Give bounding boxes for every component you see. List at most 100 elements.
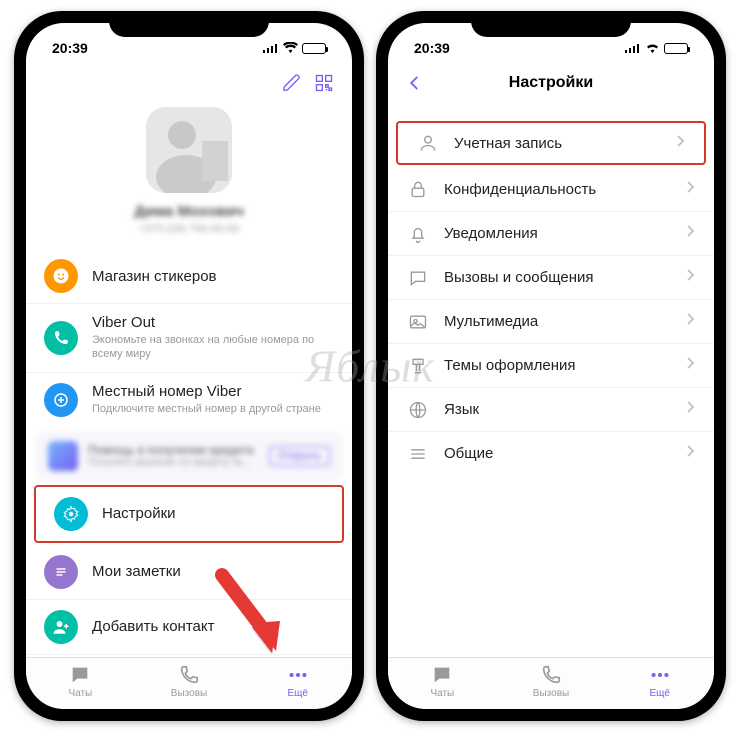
edit-icon[interactable] [282, 73, 302, 93]
row-sub: Подключите местный номер в другой стране [92, 402, 334, 416]
tab-label: Вызовы [533, 688, 569, 699]
promo-icon [48, 441, 78, 471]
tab-label: Ещё [649, 688, 669, 699]
row-label: Мультимедиа [444, 313, 672, 330]
row-label: Язык [444, 401, 672, 418]
avatar[interactable] [146, 107, 232, 193]
row-language[interactable]: Язык [388, 387, 714, 431]
more-list-2: Мои заметки Добавить контакт Пригласить … [26, 545, 352, 657]
tab-bar: Чаты Вызовы Ещё [388, 657, 714, 709]
back-button[interactable] [406, 74, 424, 92]
row-label: Настройки [102, 505, 324, 522]
promo-sub: Получите решение по кредиту за... [88, 457, 259, 468]
tab-more[interactable]: Ещё [605, 664, 714, 699]
phone-out-icon [44, 321, 78, 355]
menu-icon [406, 442, 430, 466]
battery-icon [664, 43, 688, 54]
chat-icon [406, 266, 430, 290]
row-sub: Экономьте на звонках на любые номера по … [92, 333, 334, 362]
notch [109, 11, 269, 37]
row-notifications[interactable]: Уведомления [388, 211, 714, 255]
tab-label: Ещё [287, 688, 307, 699]
row-my-notes[interactable]: Мои заметки [26, 545, 352, 599]
settings-list: Конфиденциальность Уведомления Вызовы и … [388, 167, 714, 475]
media-icon [406, 310, 430, 334]
tab-label: Чаты [430, 688, 454, 699]
row-label: Общие [444, 445, 672, 462]
row-local-number[interactable]: Местный номер Viber Подключите местный н… [26, 372, 352, 427]
tab-chats[interactable]: Чаты [388, 664, 497, 699]
row-calls-messages[interactable]: Вызовы и сообщения [388, 255, 714, 299]
phone-left: 20:39 Дима Мoxoвич +375 (29) 700-00-00 [14, 11, 364, 721]
wifi-icon [283, 40, 298, 56]
row-account[interactable]: Учетная запись [396, 121, 706, 165]
promo-cta[interactable]: Открыть [269, 446, 330, 466]
row-label: Вызовы и сообщения [444, 269, 672, 286]
phone-right: 20:39 Настройки Учетная запись [376, 11, 726, 721]
row-label: Конфиденциальность [444, 181, 672, 198]
promo-title: Помощь в получении кредита [88, 443, 259, 457]
chevron-right-icon [686, 180, 696, 199]
row-multimedia[interactable]: Мультимедиа [388, 299, 714, 343]
row-privacy[interactable]: Конфиденциальность [388, 167, 714, 211]
more-list: Магазин стикеров Viber Out Экономьте на … [26, 249, 352, 427]
chevron-right-icon [686, 268, 696, 287]
globe-icon [406, 398, 430, 422]
tab-label: Вызовы [171, 688, 207, 699]
bell-icon [406, 222, 430, 246]
screen-right: 20:39 Настройки Учетная запись [388, 23, 714, 709]
chevron-right-icon [686, 356, 696, 375]
row-label: Магазин стикеров [92, 268, 334, 285]
status-icons [263, 40, 326, 56]
tab-bar: Чаты Вызовы Ещё [26, 657, 352, 709]
chevron-right-icon [686, 224, 696, 243]
row-label: Добавить контакт [92, 618, 334, 635]
status-time: 20:39 [52, 40, 88, 56]
theme-icon [406, 354, 430, 378]
row-label: Viber Out [92, 314, 334, 331]
row-label: Мои заметки [92, 563, 334, 580]
row-add-contact[interactable]: Добавить контакт [26, 599, 352, 654]
row-themes[interactable]: Темы оформления [388, 343, 714, 387]
chevron-right-icon [686, 312, 696, 331]
tab-more[interactable]: Ещё [243, 664, 352, 699]
promo-banner[interactable]: Помощь в получении кредита Получите реше… [36, 431, 342, 481]
wifi-icon [645, 40, 660, 56]
lock-icon [406, 177, 430, 201]
qr-icon[interactable] [314, 73, 334, 93]
signal-icon [263, 43, 279, 53]
battery-icon [302, 43, 326, 54]
status-time: 20:39 [414, 40, 450, 56]
row-viber-out[interactable]: Viber Out Экономьте на звонках на любые … [26, 303, 352, 372]
chevron-right-icon [686, 444, 696, 463]
gear-icon [54, 497, 88, 531]
row-settings[interactable]: Настройки [34, 485, 344, 543]
row-sticker-store[interactable]: Магазин стикеров [26, 249, 352, 303]
sticker-icon [44, 259, 78, 293]
row-label: Учетная запись [454, 135, 662, 152]
signal-icon [625, 43, 641, 53]
chevron-right-icon [676, 134, 686, 153]
row-general[interactable]: Общие [388, 431, 714, 475]
row-label: Темы оформления [444, 357, 672, 374]
status-icons [625, 40, 688, 56]
row-label: Местный номер Viber [92, 383, 334, 400]
content-right[interactable]: Учетная запись Конфиденциальность Уведом… [388, 101, 714, 657]
page-title: Настройки [462, 74, 640, 92]
add-user-icon [44, 610, 78, 644]
nav-bar-right: Настройки [388, 63, 714, 101]
tab-calls[interactable]: Вызовы [135, 664, 244, 699]
nav-bar-left [26, 63, 352, 101]
profile-block[interactable]: Дима Мoxoвич +375 (29) 700-00-00 [26, 101, 352, 249]
account-icon [416, 131, 440, 155]
row-label: Уведомления [444, 225, 672, 242]
profile-name: Дима Мoxoвич [134, 203, 244, 220]
profile-phone: +375 (29) 700-00-00 [139, 223, 240, 235]
content-left[interactable]: Дима Мoxoвич +375 (29) 700-00-00 Магазин… [26, 101, 352, 657]
local-number-icon [44, 383, 78, 417]
notch [471, 11, 631, 37]
tab-calls[interactable]: Вызовы [497, 664, 606, 699]
tab-chats[interactable]: Чаты [26, 664, 135, 699]
chevron-right-icon [686, 400, 696, 419]
screen-left: 20:39 Дима Мoxoвич +375 (29) 700-00-00 [26, 23, 352, 709]
